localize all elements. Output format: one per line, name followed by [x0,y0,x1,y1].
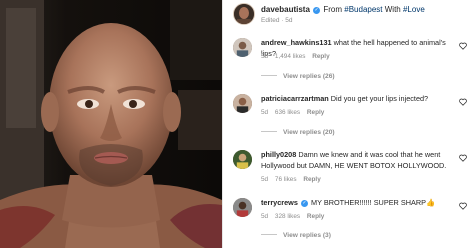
hashtag-love[interactable]: #Love [403,5,425,14]
comment-likes[interactable]: 636 likes [275,109,300,116]
comment-text: philly0208 Damn we knew and it was cool … [261,150,457,171]
comment-body: Did you get your lips injected? [330,94,429,103]
comment-meta: 5d 328 likes Reply [261,213,329,220]
view-replies-label: View replies (26) [283,73,335,80]
hashtag-budapest[interactable]: #Budapest [344,5,382,14]
commenter-avatar[interactable] [233,94,252,113]
selfie-image [0,0,222,248]
reply-button[interactable]: Reply [303,176,320,183]
comment-username[interactable]: andrew_hawkins131 [261,38,332,47]
commenter-avatar[interactable] [233,150,252,169]
comment-age: 5d [261,176,269,183]
post-header: davebautista ✓ From #Budapest With #Love… [229,3,469,29]
comment-age: 5d [261,109,269,116]
edited-label: Edited · 5d [261,17,293,24]
comment-age: 5d [261,213,269,220]
heart-icon[interactable] [459,42,467,50]
view-replies-button[interactable]: View replies (20) [261,129,335,136]
caption-prefix: From [323,5,345,14]
comment-likes[interactable]: 1,494 likes [275,53,306,60]
view-replies-label: View replies (20) [283,129,335,136]
verified-badge-icon: ✓ [313,7,321,14]
comment-text: terrycrews ✓ MY BROTHER!!!!!! SUPER SHAR… [261,198,457,209]
post-caption: davebautista ✓ From #Budapest With #Love [261,5,425,14]
reply-button[interactable]: Reply [307,213,324,220]
comment-likes[interactable]: 328 likes [275,213,300,220]
comment-age: 5d [261,53,269,60]
replies-divider [261,234,277,235]
verified-badge-icon: ✓ [300,200,308,207]
replies-divider [261,131,277,132]
comment-meta: 5d 76 likes Reply [261,176,326,183]
comment-body: MY BROTHER!!!!!! SUPER SHARP👍 [310,198,436,207]
comment-username[interactable]: philly0208 [261,150,296,159]
reply-button[interactable]: Reply [307,109,324,116]
comments-panel: davebautista ✓ From #Budapest With #Love… [222,0,474,248]
comment-username[interactable]: terrycrews [261,198,298,207]
replies-divider [261,75,277,76]
comment-username[interactable]: patriciacarrzartman [261,94,329,103]
heart-icon[interactable] [459,98,467,106]
author-username[interactable]: davebautista [261,5,310,14]
heart-icon[interactable] [459,202,467,210]
reply-button[interactable]: Reply [312,53,329,60]
caption-middle: With [382,5,403,14]
comment-likes[interactable]: 76 likes [275,176,297,183]
comment-meta: 5d 1,494 likes Reply [261,53,335,60]
post-photo [0,0,222,248]
comment-text: patriciacarrzartman Did you get your lip… [261,94,457,105]
commenter-avatar[interactable] [233,38,252,57]
comment-meta: 5d 636 likes Reply [261,109,329,116]
commenter-avatar[interactable] [233,198,252,217]
view-replies-button[interactable]: View replies (3) [261,232,331,239]
view-replies-button[interactable]: View replies (26) [261,73,335,80]
view-replies-label: View replies (3) [283,232,331,239]
author-avatar[interactable] [233,3,255,25]
heart-icon[interactable] [459,154,467,162]
